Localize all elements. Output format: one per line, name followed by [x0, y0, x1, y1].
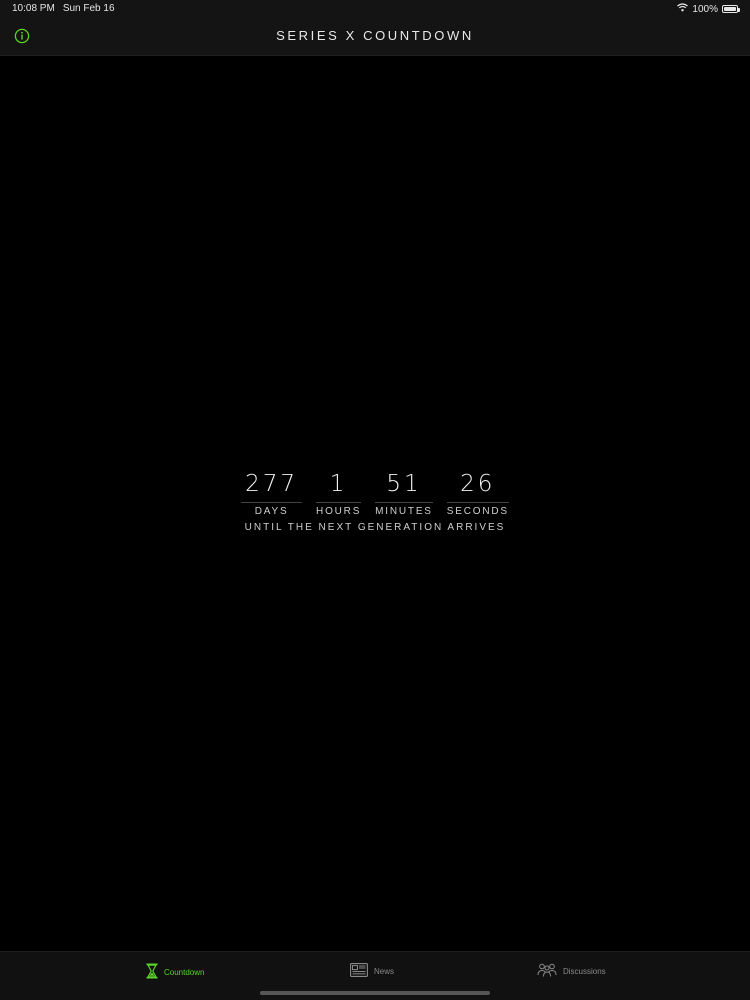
countdown-minutes: 51 MINUTES — [375, 470, 433, 517]
tab-news[interactable]: News — [350, 963, 394, 979]
battery-percent: 100% — [692, 3, 718, 15]
status-date: Sun Feb 16 — [62, 3, 115, 14]
minutes-value: 51 — [386, 471, 422, 497]
page-title: SERIES X COUNTDOWN — [276, 28, 474, 43]
home-indicator[interactable] — [260, 991, 490, 995]
countdown: 277 DAYS 1 HOURS 51 MINUTES 26 SECONDS — [0, 470, 750, 517]
seconds-value: 26 — [460, 471, 496, 497]
status-bar: 10:08 PM Sun Feb 16 100% — [0, 0, 750, 18]
tab-bar: Countdown News Discussions — [0, 951, 750, 1000]
minutes-rule — [375, 502, 433, 503]
tab-countdown-label: Countdown — [164, 967, 205, 977]
status-time: 10:08 PM — [12, 3, 55, 14]
minutes-label: MINUTES — [375, 506, 433, 517]
days-label: DAYS — [254, 506, 289, 517]
battery-icon — [722, 5, 740, 13]
seconds-label: SECONDS — [446, 506, 509, 517]
hourglass-icon — [146, 963, 158, 981]
status-left: 10:08 PM Sun Feb 16 — [12, 3, 115, 14]
hours-label: HOURS — [316, 506, 362, 517]
tab-news-label: News — [374, 966, 395, 976]
hours-value: 1 — [329, 471, 348, 497]
hours-rule — [316, 502, 362, 503]
days-value: 277 — [245, 471, 299, 497]
status-right: 100% — [677, 3, 740, 15]
newspaper-icon — [350, 963, 368, 979]
countdown-subtitle: UNTIL THE NEXT GENERATION ARRIVES — [244, 522, 506, 533]
tab-countdown[interactable]: Countdown — [146, 963, 204, 981]
people-icon — [537, 963, 557, 979]
tab-discussions-label: Discussions — [563, 966, 606, 976]
countdown-seconds: 26 SECONDS — [446, 470, 509, 517]
nav-bar: SERIES X COUNTDOWN — [0, 18, 750, 56]
seconds-rule — [446, 502, 509, 503]
wifi-icon — [677, 3, 689, 15]
countdown-days: 277 DAYS — [241, 470, 303, 517]
days-rule — [241, 502, 303, 503]
tab-discussions[interactable]: Discussions — [537, 963, 606, 979]
countdown-hours: 1 HOURS — [316, 470, 362, 517]
